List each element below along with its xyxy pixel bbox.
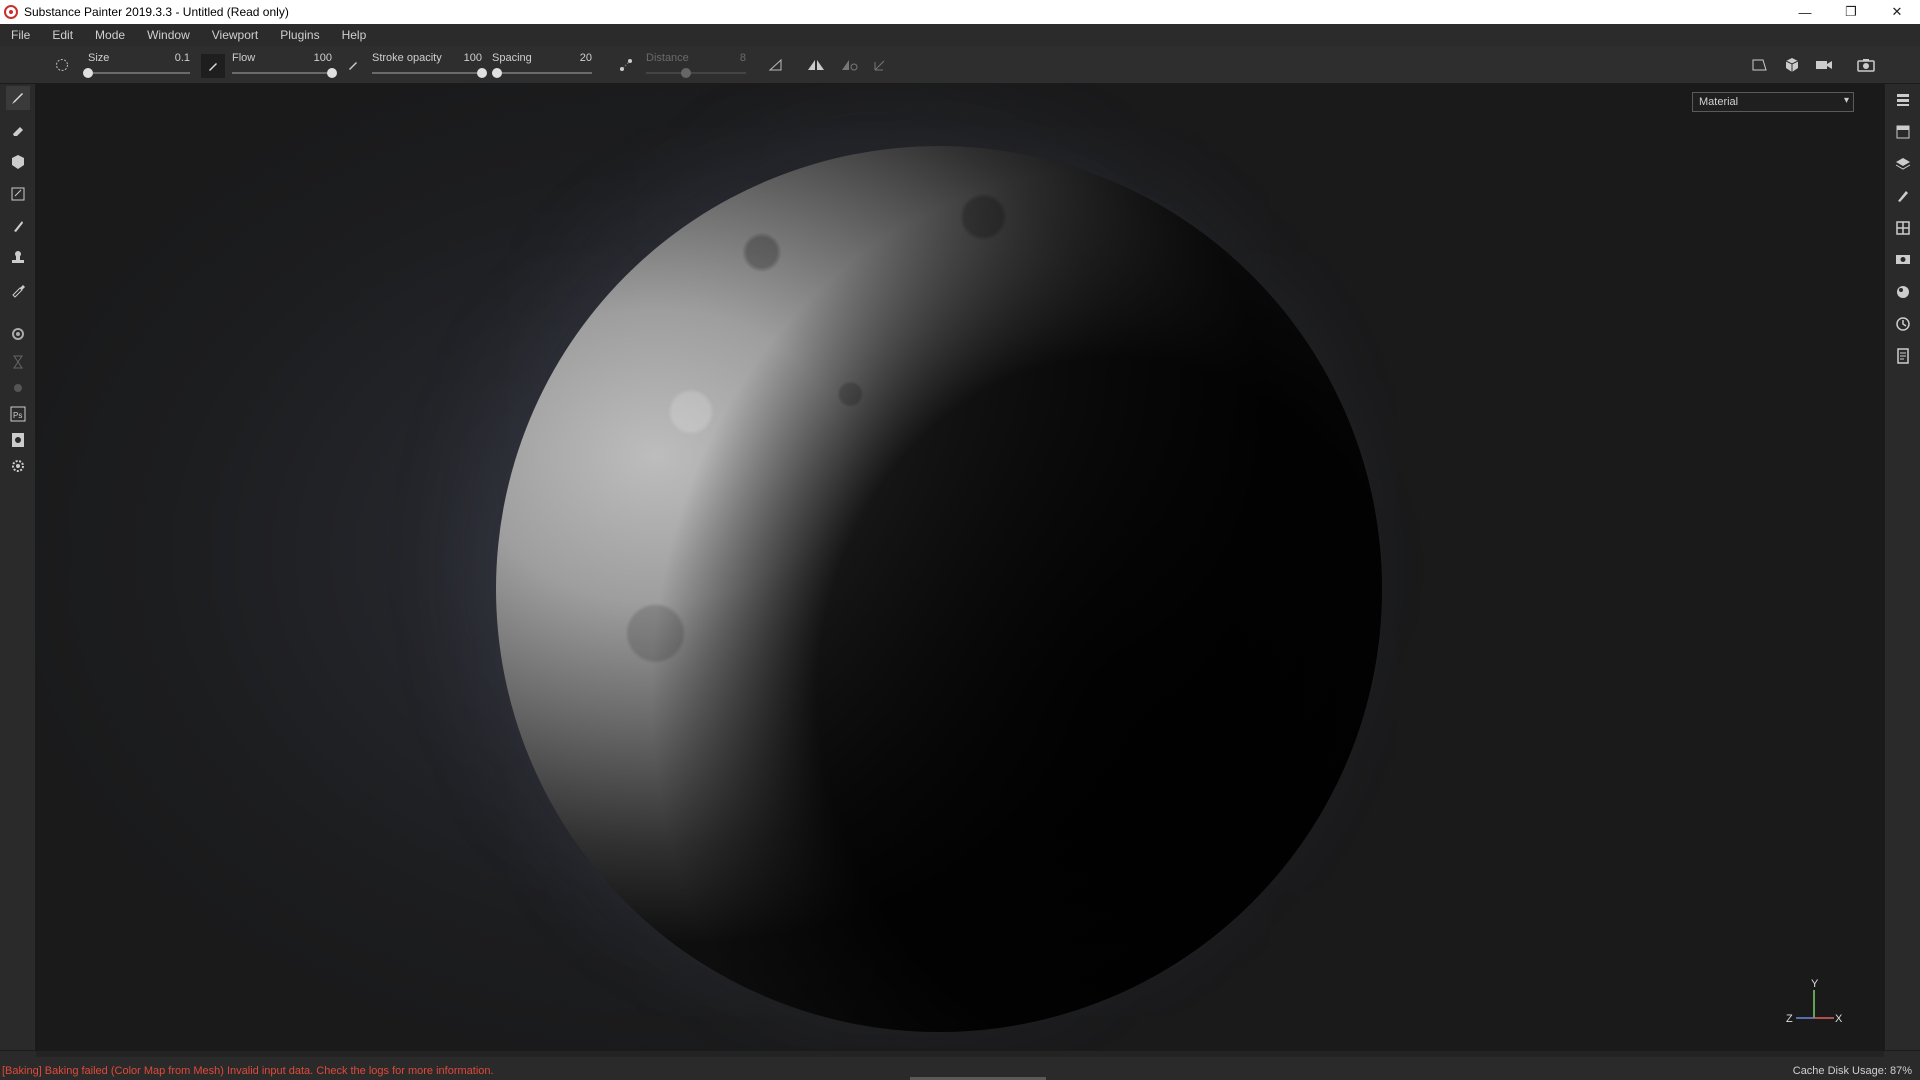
stroke-opacity-value[interactable]: 100 [464, 52, 482, 64]
particle-icon[interactable] [6, 376, 30, 400]
history-icon[interactable] [1891, 312, 1915, 336]
menu-mode[interactable]: Mode [88, 28, 132, 42]
svg-text:Ps: Ps [13, 411, 22, 420]
distance-value: 8 [739, 52, 746, 64]
settings-icon[interactable] [6, 454, 30, 478]
flow-label: Flow [232, 52, 256, 64]
menu-plugins[interactable]: Plugins [273, 28, 326, 42]
shader-settings-icon[interactable] [1891, 280, 1915, 304]
properties-icon[interactable] [1891, 184, 1915, 208]
cache-disk-usage: Cache Disk Usage: 87% [1793, 1065, 1912, 1077]
left-tool-column: Ps [0, 84, 36, 1050]
distance-label: Distance [646, 52, 689, 64]
cache-disk-usage-value: 87% [1889, 1065, 1912, 1077]
layers-panel-icon[interactable] [1891, 88, 1915, 112]
viewport-scrollbar[interactable] [36, 1051, 1884, 1057]
viewport-2d-icon[interactable] [1750, 55, 1770, 75]
menu-viewport[interactable]: Viewport [205, 28, 265, 42]
chevron-down-icon: ▾ [1843, 95, 1849, 106]
eraser-icon[interactable] [6, 118, 30, 142]
spacing-label: Spacing [492, 52, 532, 64]
window-title: Substance Painter 2019.3.3 - Untitled (R… [24, 5, 289, 19]
channel-select-value: Material [1699, 96, 1739, 108]
display-settings-icon[interactable] [1891, 248, 1915, 272]
restore-button[interactable]: ❐ [1828, 0, 1874, 24]
export-textures-icon[interactable] [6, 428, 30, 452]
axis-gizmo: Y Z X [1786, 978, 1843, 1025]
flow-knob[interactable] [327, 68, 337, 78]
projection-icon[interactable] [6, 150, 30, 174]
bake-settings-icon[interactable] [6, 322, 30, 346]
stroke-opacity-track[interactable] [372, 72, 482, 74]
status-error-message[interactable]: [Baking] Baking failed (Color Map from M… [2, 1065, 494, 1077]
spacing-track[interactable] [492, 72, 592, 74]
mirror-icon[interactable] [806, 55, 826, 75]
distance-track [646, 72, 746, 74]
stroke-opacity-knob[interactable] [477, 68, 487, 78]
minimize-button[interactable]: — [1782, 0, 1828, 24]
spacing-value[interactable]: 20 [580, 52, 592, 64]
camera-icon[interactable] [1814, 55, 1834, 75]
paint-brush-icon[interactable] [6, 86, 30, 110]
app-logo-icon [4, 5, 18, 19]
tool-options-bar: Size 0.1 Flow 100 Stroke opacity 100 Spa… [0, 46, 1920, 84]
menu-help[interactable]: Help [335, 28, 374, 42]
3d-viewport[interactable]: Material ▾ Y Z X [36, 84, 1884, 1050]
symmetry-icon[interactable] [766, 55, 786, 75]
axis-x-label: X [1835, 1013, 1843, 1025]
size-value[interactable]: 0.1 [175, 52, 190, 64]
spacing-knob[interactable] [492, 68, 502, 78]
size-knob[interactable] [83, 68, 93, 78]
menu-edit[interactable]: Edit [45, 28, 80, 42]
substance-painter-app: Substance Painter 2019.3.3 - Untitled (R… [0, 0, 1920, 1080]
stroke-pressure-icon[interactable] [343, 55, 363, 75]
moon-shadow [496, 146, 1382, 1032]
menu-bar: File Edit Mode Window Viewport Plugins H… [0, 24, 1920, 46]
viewport-3d-icon[interactable] [1782, 55, 1802, 75]
title-bar: Substance Painter 2019.3.3 - Untitled (R… [0, 0, 1920, 24]
axis-y-label: Y [1811, 978, 1819, 990]
pen-pressure-icon[interactable] [201, 54, 225, 78]
log-icon[interactable] [1891, 344, 1915, 368]
transform-icon[interactable] [870, 55, 890, 75]
flow-slider[interactable]: Flow 100 [232, 50, 337, 80]
window-controls: — ❐ ✕ [1782, 0, 1920, 24]
polygon-fill-icon[interactable] [6, 182, 30, 206]
menu-file[interactable]: File [4, 28, 37, 42]
distance-slider: Distance 8 [646, 50, 746, 80]
moon-model[interactable] [496, 146, 1382, 1032]
mirror-axis-icon[interactable] [840, 55, 860, 75]
spacing-slider[interactable]: Spacing 20 [492, 50, 592, 80]
stroke-opacity-slider[interactable]: Stroke opacity 100 [372, 50, 487, 80]
close-button[interactable]: ✕ [1874, 0, 1920, 24]
menu-window[interactable]: Window [140, 28, 197, 42]
cache-disk-usage-label: Cache Disk Usage: [1792, 1065, 1887, 1077]
brush-shape-icon[interactable] [52, 55, 72, 75]
color-picker-icon[interactable] [6, 278, 30, 302]
physics-icon[interactable] [6, 350, 30, 374]
flow-track[interactable] [232, 72, 332, 74]
screenshot-icon[interactable] [1856, 55, 1876, 75]
right-dock-column [1884, 84, 1920, 1050]
layer-stack-icon[interactable] [1891, 152, 1915, 176]
flow-value[interactable]: 100 [314, 52, 332, 64]
texture-set-icon[interactable] [1891, 120, 1915, 144]
lazy-mouse-icon[interactable] [616, 55, 636, 75]
stroke-opacity-label: Stroke opacity [372, 52, 442, 64]
size-track[interactable] [88, 72, 190, 74]
uv-grid-icon[interactable] [1891, 216, 1915, 240]
smudge-icon[interactable] [6, 214, 30, 238]
distance-knob [681, 68, 691, 78]
size-label: Size [88, 52, 110, 64]
status-bar: [Baking] Baking failed (Color Map from M… [0, 1050, 1920, 1080]
axis-z-label: Z [1786, 1013, 1793, 1025]
channel-select[interactable]: Material ▾ [1692, 92, 1854, 112]
clone-stamp-icon[interactable] [6, 246, 30, 270]
photoshop-export-icon[interactable]: Ps [6, 402, 30, 426]
size-slider[interactable]: Size 0.1 [83, 50, 190, 80]
